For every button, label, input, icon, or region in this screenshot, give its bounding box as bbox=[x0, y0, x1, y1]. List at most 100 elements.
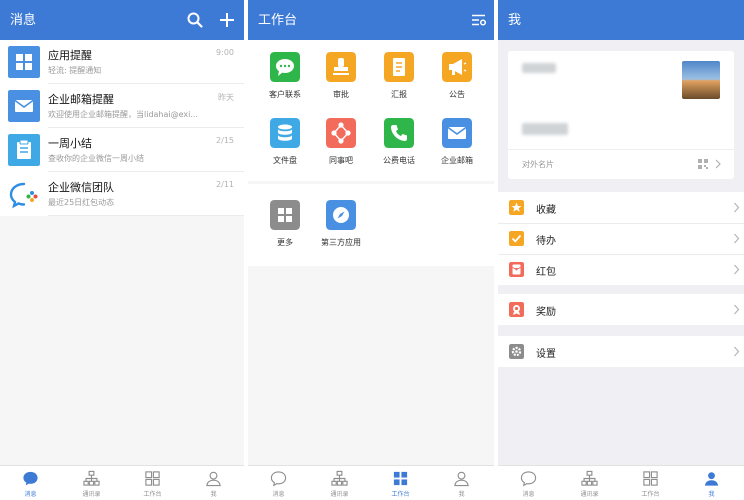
chevron-right-icon bbox=[734, 264, 740, 275]
list-settings-icon[interactable] bbox=[470, 11, 488, 29]
network-icon bbox=[326, 118, 356, 148]
list-item-weekly-summary[interactable]: 一周小结 查收你的企业微信一周小结 2/15 bbox=[0, 128, 244, 172]
me-screen: 我 对外名片 收藏 待办 红包 奖励 设置 消息 通讯录 工作台 我 bbox=[498, 0, 744, 500]
profile-card[interactable]: 对外名片 bbox=[508, 51, 734, 179]
chevron-right-icon bbox=[734, 202, 740, 213]
medal-icon bbox=[509, 302, 524, 317]
checkbox-icon bbox=[509, 231, 524, 246]
grid-more-icon bbox=[270, 200, 300, 230]
menu-item-red-packet[interactable]: 红包 bbox=[498, 254, 744, 285]
tab-messages[interactable]: 消息 bbox=[248, 466, 309, 500]
me-tab-icon bbox=[704, 472, 719, 486]
mail-icon bbox=[8, 90, 40, 122]
menu-item-favorites[interactable]: 收藏 bbox=[498, 192, 744, 223]
app-third-party[interactable]: 第三方应用 bbox=[312, 200, 370, 256]
business-card-row[interactable]: 对外名片 bbox=[508, 149, 734, 179]
compass-icon bbox=[326, 200, 356, 230]
business-card-label: 对外名片 bbox=[522, 160, 554, 169]
contacts-tab-icon bbox=[331, 470, 348, 486]
workbench-tab-icon bbox=[145, 471, 160, 486]
tab-me[interactable]: 我 bbox=[431, 466, 492, 500]
messages-screen: 消息 应用提醒 轻流: 提醒通知 9:00 企业邮箱提醒 欢迎使用企业邮箱提醒，… bbox=[0, 0, 244, 500]
contacts-tab-icon bbox=[83, 470, 100, 486]
app-report[interactable]: 汇报 bbox=[370, 52, 428, 108]
tab-label: 通讯录 bbox=[82, 491, 101, 498]
message-time: 9:00 bbox=[216, 48, 234, 57]
app-grid: 客户联系 审批 汇报 公告 文件盘 同事吧 公费电话 企业邮箱 bbox=[248, 40, 494, 181]
page-title: 我 bbox=[508, 13, 522, 28]
message-title: 一周小结 bbox=[48, 137, 92, 150]
chevron-right-icon bbox=[734, 346, 740, 357]
tab-label: 工作台 bbox=[143, 491, 162, 498]
list-item-wework-team[interactable]: 企业微信团队 最近25日红包动态 2/11 bbox=[0, 172, 244, 216]
list-item-app-reminder[interactable]: 应用提醒 轻流: 提醒通知 9:00 bbox=[0, 40, 244, 84]
tab-contacts[interactable]: 通讯录 bbox=[559, 466, 620, 500]
message-time: 2/11 bbox=[216, 180, 234, 189]
app-enterprise-mail[interactable]: 企业邮箱 bbox=[428, 118, 486, 174]
tab-label: 我 bbox=[210, 491, 217, 498]
extra-app-grid: 更多 第三方应用 bbox=[248, 184, 494, 266]
tab-workbench[interactable]: 工作台 bbox=[122, 466, 183, 500]
app-announcement[interactable]: 公告 bbox=[428, 52, 486, 108]
tab-messages[interactable]: 消息 bbox=[0, 466, 61, 500]
message-title: 企业微信团队 bbox=[48, 181, 114, 194]
list-item-mail-reminder[interactable]: 企业邮箱提醒 欢迎使用企业邮箱提醒，当lidahai@exi... 昨天 bbox=[0, 84, 244, 128]
megaphone-icon bbox=[442, 52, 472, 82]
tab-contacts[interactable]: 通讯录 bbox=[61, 466, 122, 500]
chevron-right-icon bbox=[734, 233, 740, 244]
message-list: 应用提醒 轻流: 提醒通知 9:00 企业邮箱提醒 欢迎使用企业邮箱提醒，当li… bbox=[0, 40, 244, 216]
chat-tab-icon bbox=[270, 471, 287, 487]
menu-item-rewards[interactable]: 奖励 bbox=[498, 294, 744, 325]
tab-label: 通讯录 bbox=[580, 491, 599, 498]
menu-label: 待办 bbox=[536, 236, 556, 247]
phone-icon bbox=[384, 118, 414, 148]
profile-info-redacted bbox=[522, 123, 568, 135]
tab-bar: 消息 通讯录 工作台 我 bbox=[498, 465, 744, 500]
app-approval[interactable]: 审批 bbox=[312, 52, 370, 108]
app-label: 第三方应用 bbox=[321, 238, 361, 247]
tab-bar: 消息 通讯录 工作台 我 bbox=[248, 465, 494, 500]
database-icon bbox=[270, 118, 300, 148]
tab-messages[interactable]: 消息 bbox=[498, 466, 559, 500]
me-tab-icon bbox=[206, 471, 221, 487]
app-colleagues[interactable]: 同事吧 bbox=[312, 118, 370, 174]
tab-label: 工作台 bbox=[391, 491, 410, 498]
red-packet-icon bbox=[509, 262, 524, 277]
stamp-icon bbox=[326, 52, 356, 82]
avatar[interactable] bbox=[682, 61, 720, 99]
chevron-right-icon bbox=[715, 159, 721, 169]
tab-label: 工作台 bbox=[641, 491, 660, 498]
chat-tab-icon bbox=[520, 471, 537, 487]
plus-icon[interactable] bbox=[218, 11, 236, 29]
star-icon bbox=[509, 200, 524, 215]
message-preview: 最近25日红包动态 bbox=[48, 198, 115, 207]
me-menu-group-3: 设置 bbox=[498, 336, 744, 367]
grid-app-icon bbox=[8, 46, 40, 78]
page-title: 消息 bbox=[10, 13, 37, 28]
tab-me[interactable]: 我 bbox=[183, 466, 244, 500]
tab-workbench[interactable]: 工作台 bbox=[620, 466, 681, 500]
menu-label: 设置 bbox=[536, 349, 556, 360]
chat-bubble-icon bbox=[270, 52, 300, 82]
report-icon bbox=[384, 52, 414, 82]
message-time: 昨天 bbox=[218, 93, 234, 102]
page-title: 工作台 bbox=[258, 13, 298, 28]
message-time: 2/15 bbox=[216, 136, 234, 145]
menu-label: 奖励 bbox=[536, 307, 556, 318]
profile-name-redacted bbox=[522, 63, 556, 73]
menu-label: 收藏 bbox=[536, 205, 556, 216]
tab-me[interactable]: 我 bbox=[681, 466, 742, 500]
tab-workbench[interactable]: 工作台 bbox=[370, 466, 431, 500]
tab-label: 通讯录 bbox=[330, 491, 349, 498]
workbench-tab-icon bbox=[393, 471, 408, 486]
mail-icon bbox=[442, 118, 472, 148]
tab-contacts[interactable]: 通讯录 bbox=[309, 466, 370, 500]
tab-bar: 消息 通讯录 工作台 我 bbox=[0, 465, 244, 500]
tab-label: 我 bbox=[708, 491, 715, 498]
app-business-phone[interactable]: 公费电话 bbox=[370, 118, 428, 174]
search-icon[interactable] bbox=[186, 11, 204, 29]
menu-item-todo[interactable]: 待办 bbox=[498, 223, 744, 254]
chat-tab-icon bbox=[23, 471, 38, 486]
tab-label: 消息 bbox=[522, 491, 535, 498]
menu-item-settings[interactable]: 设置 bbox=[498, 336, 744, 367]
